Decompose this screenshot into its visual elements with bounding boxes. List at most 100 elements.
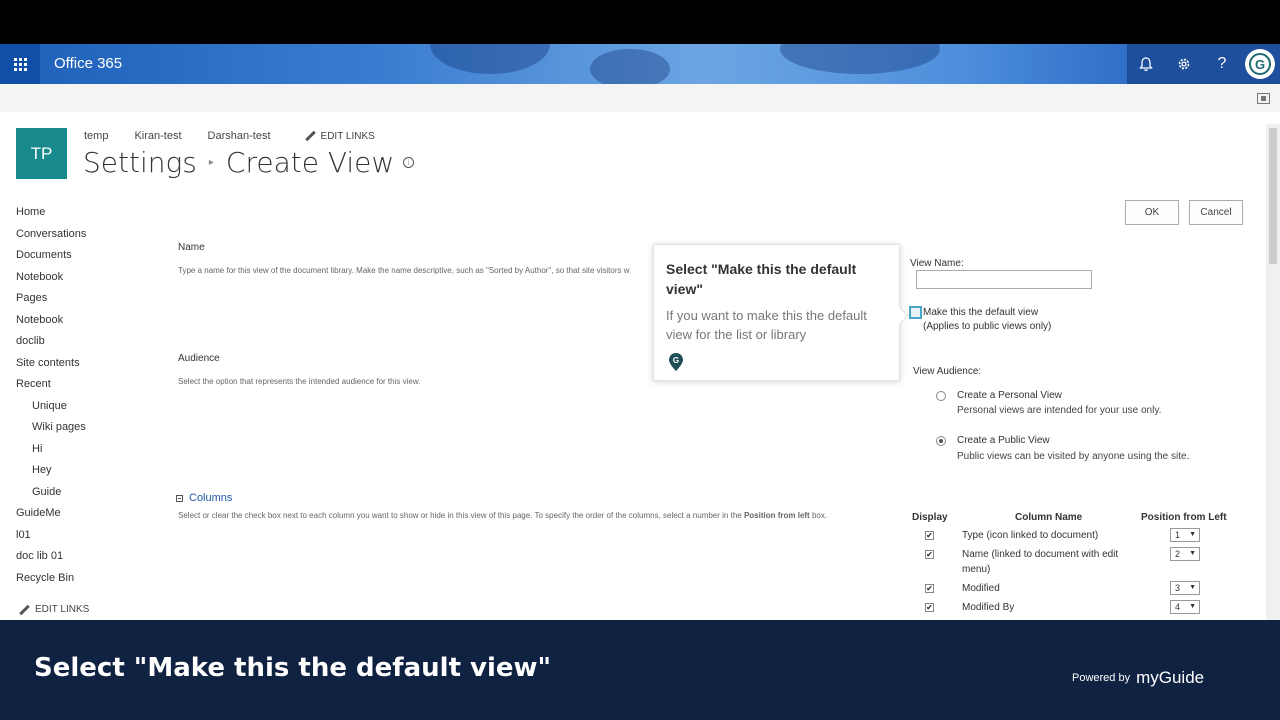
column-name: Modified — [962, 583, 1000, 594]
leftnav-edit-links[interactable]: EDIT LINKS — [19, 604, 89, 615]
leftnav-item[interactable]: Pages — [16, 291, 86, 313]
scrollbar-thumb[interactable] — [1269, 128, 1277, 264]
banner-decoration — [590, 49, 670, 84]
leftnav-item[interactable]: Wiki pages — [16, 420, 86, 442]
leftnav-item[interactable]: Documents — [16, 248, 86, 270]
topnav-item-kiran-test[interactable]: Kiran-test — [134, 130, 181, 142]
position-value: 4 — [1175, 602, 1181, 612]
myguide-pin-icon: G — [669, 353, 683, 371]
leftnav-item[interactable]: Conversations — [16, 227, 86, 249]
help-icon: ? — [1217, 55, 1227, 72]
app-launcher-button[interactable] — [0, 44, 40, 84]
info-icon[interactable]: i — [403, 157, 415, 168]
vertical-scrollbar[interactable] — [1266, 124, 1280, 620]
ok-button[interactable]: OK — [1125, 200, 1179, 225]
position-column-header: Position from Left — [1141, 512, 1227, 523]
personal-view-radio[interactable] — [936, 391, 946, 401]
public-view-radio[interactable] — [936, 436, 946, 446]
column-name: Type (icon linked to document) — [962, 530, 1099, 541]
public-view-desc: Public views can be visited by anyone us… — [957, 451, 1190, 462]
view-name-label: View Name: — [910, 258, 964, 269]
pencil-icon — [305, 131, 315, 141]
display-column-header: Display — [912, 512, 948, 523]
cancel-button[interactable]: Cancel — [1189, 200, 1243, 225]
column-position-select[interactable]: 3 ▼ — [1170, 581, 1200, 595]
topnav-item-darshan-test[interactable]: Darshan-test — [208, 130, 271, 142]
position-value: 3 — [1175, 583, 1181, 593]
columns-section-toggle[interactable]: Columns — [176, 492, 232, 504]
svg-text:G: G — [673, 356, 679, 365]
top-navigation: temp Kiran-test Darshan-test EDIT LINKS — [84, 130, 375, 142]
site-logo[interactable]: TP — [16, 128, 67, 179]
guide-caption-banner: Select "Make this the default view" Powe… — [0, 620, 1280, 720]
position-value: 2 — [1175, 549, 1181, 559]
page-content: TP temp Kiran-test Darshan-test EDIT LIN… — [0, 84, 1280, 620]
column-position-select[interactable]: 1 ▼ — [1170, 528, 1200, 542]
leftnav-item[interactable]: Site contents — [16, 356, 86, 378]
help-button[interactable]: ? — [1203, 44, 1241, 84]
title-parent[interactable]: Settings — [83, 146, 197, 179]
top-edit-links[interactable]: EDIT LINKS — [305, 130, 375, 142]
view-audience-label: View Audience: — [913, 366, 982, 377]
leftnav-item[interactable]: Hey — [16, 463, 86, 485]
tooltip-title: Select "Make this the default view" — [666, 261, 857, 297]
breadcrumb-separator-icon: ▸ — [208, 157, 214, 168]
leftnav-item[interactable]: doclib — [16, 334, 86, 356]
leftnav-item[interactable]: Notebook — [16, 313, 86, 335]
avatar[interactable]: G — [1245, 49, 1275, 79]
caption-text: Select "Make this the default view" — [34, 653, 552, 683]
tooltip-body: If you want to make this the default vie… — [666, 308, 867, 342]
column-name-header: Column Name — [1015, 512, 1083, 523]
leftnav-item[interactable]: Unique — [16, 399, 86, 421]
collapse-icon — [176, 494, 183, 502]
personal-view-title[interactable]: Create a Personal View — [957, 390, 1062, 401]
column-display-checkbox[interactable]: ✔ — [925, 603, 934, 612]
banner-decoration — [780, 44, 940, 74]
dropdown-arrow-icon: ▼ — [1189, 584, 1196, 591]
title-current: Create View — [225, 146, 395, 179]
column-display-checkbox[interactable]: ✔ — [925, 550, 934, 559]
myguide-logo: myGuide — [1136, 668, 1205, 687]
columns-section-label: Columns — [189, 492, 233, 504]
leftnav-item[interactable]: Notebook — [16, 270, 86, 292]
suite-bar: Office 365 ? G — [0, 44, 1280, 84]
pencil-icon — [19, 605, 29, 615]
top-black-bar — [0, 0, 1280, 44]
ribbon-bar — [0, 84, 1280, 112]
edit-links-label: EDIT LINKS — [35, 604, 90, 615]
focus-on-content-icon[interactable] — [1257, 93, 1270, 104]
default-view-label[interactable]: Make this the default view — [923, 307, 1038, 318]
dropdown-arrow-icon: ▼ — [1189, 531, 1196, 538]
name-section-label: Name — [178, 242, 205, 253]
view-name-input[interactable] — [916, 270, 1092, 289]
column-display-checkbox[interactable]: ✔ — [925, 531, 934, 540]
leftnav-item[interactable]: Guide — [16, 485, 86, 507]
waffle-icon — [13, 57, 27, 71]
avatar-initial: G — [1249, 53, 1271, 75]
suite-actions: ? G — [1127, 44, 1280, 84]
notifications-button[interactable] — [1127, 44, 1165, 84]
leftnav-item[interactable]: doc lib 01 — [16, 549, 86, 571]
columns-section-description: Select or clear the check box next to ea… — [178, 511, 828, 520]
topnav-item-temp[interactable]: temp — [84, 130, 108, 142]
default-view-checkbox[interactable] — [909, 306, 922, 319]
column-display-checkbox[interactable]: ✔ — [925, 584, 934, 593]
settings-button[interactable] — [1165, 44, 1203, 84]
leftnav-item[interactable]: l01 — [16, 528, 86, 550]
leftnav-item[interactable]: Recent — [16, 377, 86, 399]
column-position-select[interactable]: 2 ▼ — [1170, 547, 1200, 561]
public-view-title[interactable]: Create a Public View — [957, 435, 1050, 446]
dropdown-arrow-icon: ▼ — [1189, 550, 1196, 557]
office365-brand[interactable]: Office 365 — [54, 55, 122, 72]
quick-launch: Home Conversations Documents Notebook Pages N… — [16, 205, 86, 592]
leftnav-item[interactable]: Home — [16, 205, 86, 227]
column-position-select[interactable]: 4 ▼ — [1170, 600, 1200, 614]
default-view-note: (Applies to public views only) — [923, 321, 1052, 332]
leftnav-item[interactable]: Hi — [16, 442, 86, 464]
audience-section-label: Audience — [178, 353, 220, 364]
leftnav-item[interactable]: Recycle Bin — [16, 571, 86, 593]
column-name: Modified By — [962, 602, 1015, 613]
leftnav-item[interactable]: GuideMe — [16, 506, 86, 528]
position-value: 1 — [1175, 530, 1181, 540]
page-title: Settings ▸ Create View i — [83, 146, 415, 179]
